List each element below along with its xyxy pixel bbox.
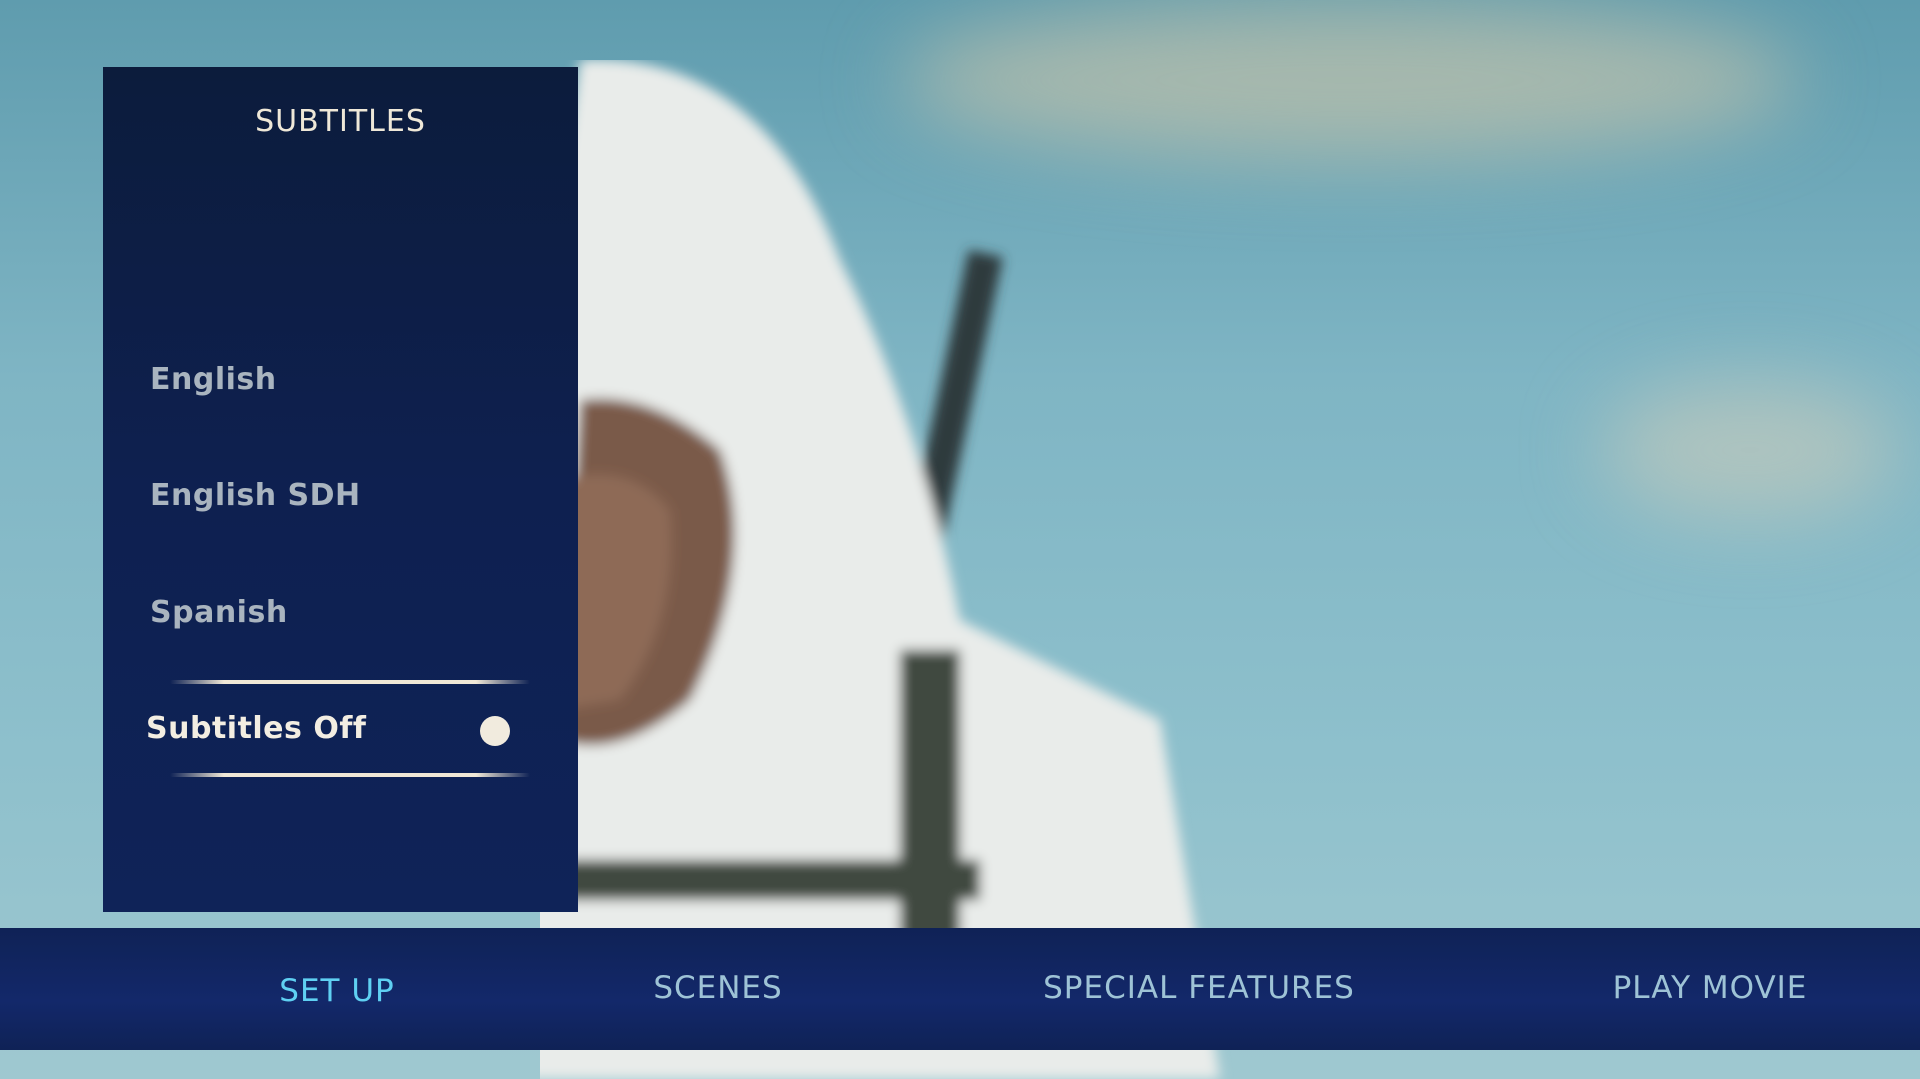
- background-cloud: [1600, 380, 1900, 520]
- background-figure-image: [540, 60, 1220, 1079]
- filled-circle-icon: [480, 716, 510, 746]
- nav-special-features[interactable]: SPECIAL FEATURES: [1043, 970, 1355, 1006]
- nav-play-movie[interactable]: PLAY MOVIE: [1613, 970, 1808, 1006]
- subtitle-option-english[interactable]: English: [150, 362, 277, 397]
- nav-scenes[interactable]: SCENES: [653, 970, 782, 1006]
- nav-set-up[interactable]: SET UP: [279, 973, 394, 1009]
- subtitle-option-spanish[interactable]: Spanish: [150, 595, 288, 630]
- panel-title: SUBTITLES: [255, 104, 426, 139]
- subtitle-option-off[interactable]: Subtitles Off: [146, 711, 366, 746]
- selection-line-top: [170, 680, 530, 684]
- selection-line-bottom: [170, 773, 530, 777]
- subtitle-option-english-sdh[interactable]: English SDH: [150, 478, 361, 513]
